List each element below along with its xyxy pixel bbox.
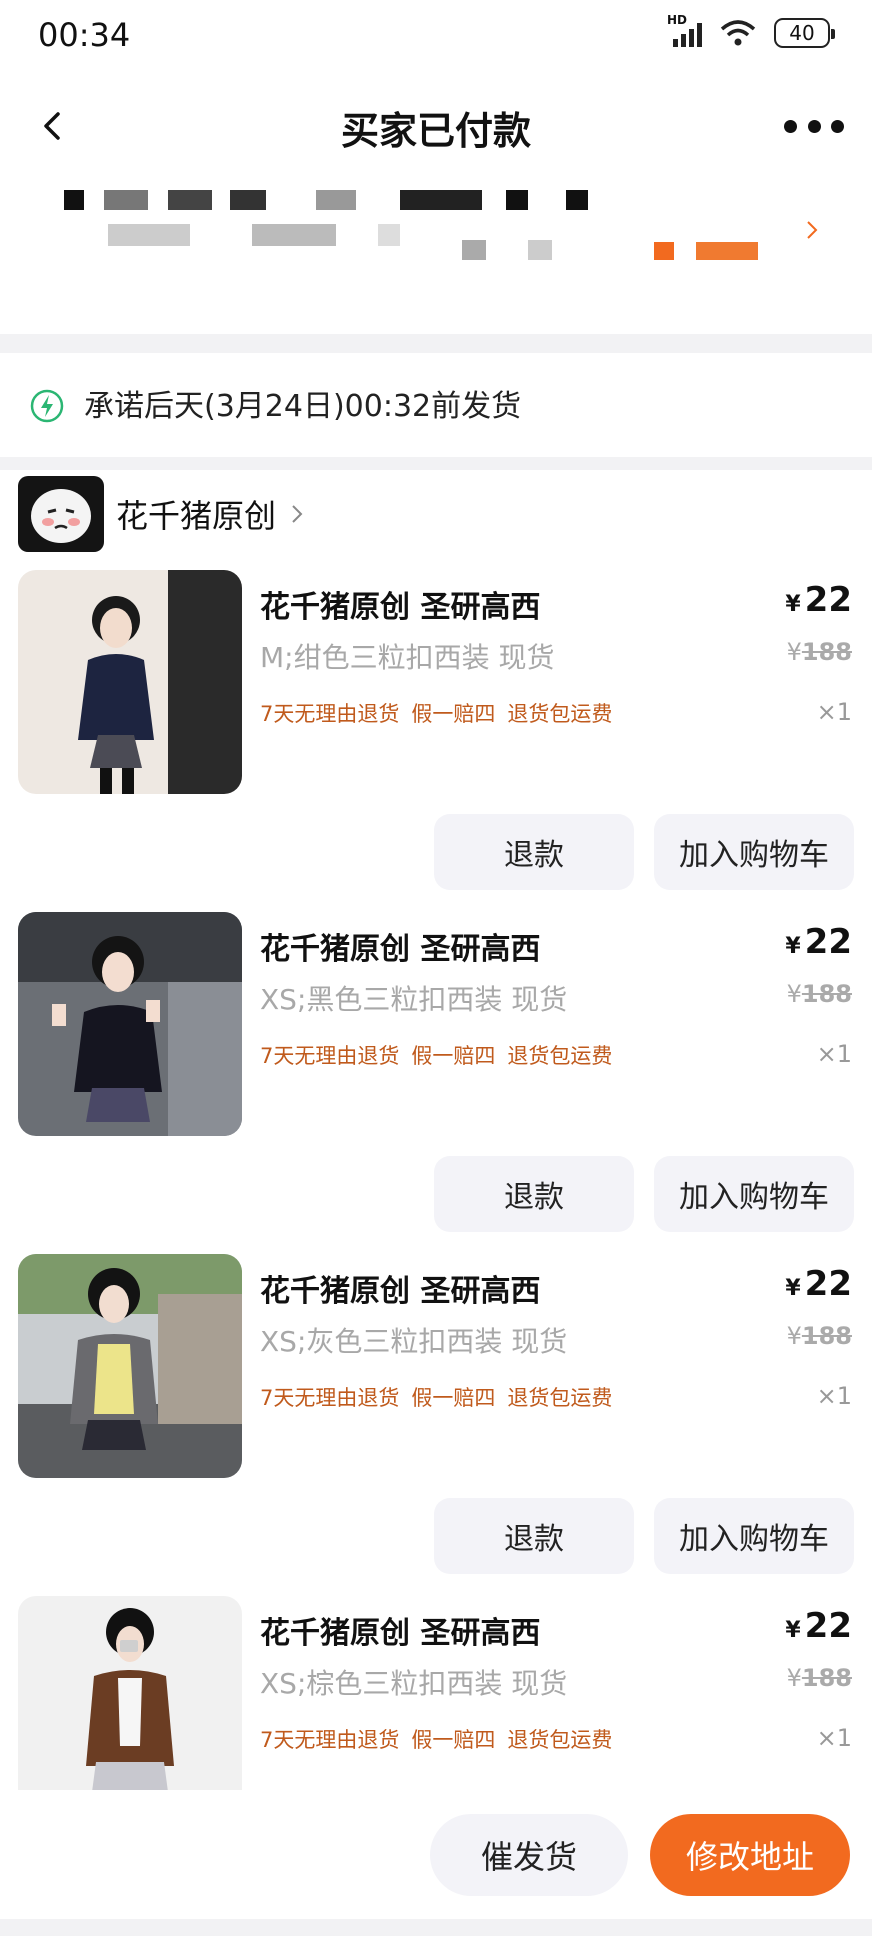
tag-free-return-shipping: 退货包运费 [507, 1044, 613, 1068]
nav-bar: 买家已付款 [0, 76, 872, 176]
signal-icon: HD [667, 13, 702, 47]
status-icons: HD 40 [667, 13, 835, 48]
product-image[interactable] [18, 1596, 242, 1820]
product-sku: XS;棕色三粒扣西装 现货 [260, 1667, 568, 1700]
product-price: ¥22 [785, 1264, 852, 1304]
battery-icon: 40 [774, 18, 835, 48]
product-sku: XS;黑色三粒扣西装 现货 [260, 983, 568, 1016]
status-time: 00:34 [38, 16, 131, 54]
product-image[interactable] [18, 1254, 242, 1478]
tag-return: 7天无理由退货 [260, 1044, 400, 1068]
network-type-label: HD [667, 13, 688, 27]
tag-fake-compensation: 假一赔四 [411, 1044, 496, 1068]
tag-return: 7天无理由退货 [260, 702, 400, 726]
refund-button[interactable]: 退款 [434, 1498, 634, 1574]
refund-button[interactable]: 退款 [434, 814, 634, 890]
page-title: 买家已付款 [340, 109, 531, 153]
shop-header[interactable]: 花千猪原创 [18, 476, 304, 552]
add-to-cart-button[interactable]: 加入购物车 [654, 814, 854, 890]
chevron-right-icon [292, 505, 303, 523]
address-card[interactable] [0, 176, 872, 334]
service-tags: 7天无理由退货 假一赔四 退货包运费 [260, 1040, 612, 1070]
product-sku: XS;灰色三粒扣西装 现货 [260, 1325, 568, 1358]
product-price: ¥22 [785, 922, 852, 962]
order-item: 花千猪原创 圣研高西 XS;黑色三粒扣西装 现货 7天无理由退货 假一赔四 退货… [0, 912, 872, 1252]
tag-free-return-shipping: 退货包运费 [507, 1728, 613, 1752]
product-title[interactable]: 花千猪原创 圣研高西 [260, 1266, 540, 1310]
add-to-cart-button[interactable]: 加入购物车 [654, 1156, 854, 1232]
modify-address-button[interactable]: 修改地址 [650, 1814, 850, 1896]
promise-text: 承诺后天(3月24日)00:32前发货 [84, 389, 522, 424]
add-to-cart-button[interactable]: 加入购物车 [654, 1498, 854, 1574]
tag-fake-compensation: 假一赔四 [411, 1386, 496, 1410]
product-title[interactable]: 花千猪原创 圣研高西 [260, 582, 540, 626]
shop-avatar [18, 476, 104, 552]
lightning-circle-icon [30, 389, 64, 423]
product-quantity: ×1 [816, 698, 852, 726]
wifi-icon [720, 20, 756, 46]
tag-fake-compensation: 假一赔四 [411, 702, 496, 726]
tag-return: 7天无理由退货 [260, 1386, 400, 1410]
order-card: 花千猪原创 花千猪原创 圣研高西 M;绀色三粒扣西装 现货 7天无理由退货 假一… [0, 470, 872, 1820]
tag-return: 7天无理由退货 [260, 1728, 400, 1752]
product-title[interactable]: 花千猪原创 圣研高西 [260, 1608, 540, 1652]
status-bar: 00:34 HD 40 [0, 0, 872, 76]
bottom-action-bar: 催发货 修改地址 [0, 1790, 872, 1919]
service-tags: 7天无理由退货 假一赔四 退货包运费 [260, 698, 612, 728]
product-price: ¥22 [785, 1606, 852, 1646]
original-price: ¥188 [786, 1664, 852, 1692]
product-quantity: ×1 [816, 1382, 852, 1410]
tag-free-return-shipping: 退货包运费 [507, 702, 613, 726]
shipping-promise: 承诺后天(3月24日)00:32前发货 [0, 353, 872, 457]
original-price: ¥188 [786, 980, 852, 1008]
service-tags: 7天无理由退货 假一赔四 退货包运费 [260, 1724, 612, 1754]
tag-fake-compensation: 假一赔四 [411, 1728, 496, 1752]
product-price: ¥22 [785, 580, 852, 620]
order-item: 花千猪原创 圣研高西 XS;灰色三粒扣西装 现货 7天无理由退货 假一赔四 退货… [0, 1254, 872, 1594]
product-image[interactable] [18, 570, 242, 794]
product-image[interactable] [18, 912, 242, 1136]
more-dots-icon[interactable] [784, 106, 844, 146]
product-quantity: ×1 [816, 1724, 852, 1752]
service-tags: 7天无理由退货 假一赔四 退货包运费 [260, 1382, 612, 1412]
urge-shipment-button[interactable]: 催发货 [430, 1814, 628, 1896]
chevron-right-icon [807, 221, 818, 239]
original-price: ¥188 [786, 638, 852, 666]
product-quantity: ×1 [816, 1040, 852, 1068]
refund-button[interactable]: 退款 [434, 1156, 634, 1232]
product-sku: M;绀色三粒扣西装 现货 [260, 641, 555, 674]
product-title[interactable]: 花千猪原创 圣研高西 [260, 924, 540, 968]
original-price: ¥188 [786, 1322, 852, 1350]
battery-level: 40 [789, 21, 815, 45]
shop-name: 花千猪原创 [116, 497, 277, 535]
tag-free-return-shipping: 退货包运费 [507, 1386, 613, 1410]
order-item: 花千猪原创 圣研高西 M;绀色三粒扣西装 现货 7天无理由退货 假一赔四 退货包… [0, 570, 872, 910]
